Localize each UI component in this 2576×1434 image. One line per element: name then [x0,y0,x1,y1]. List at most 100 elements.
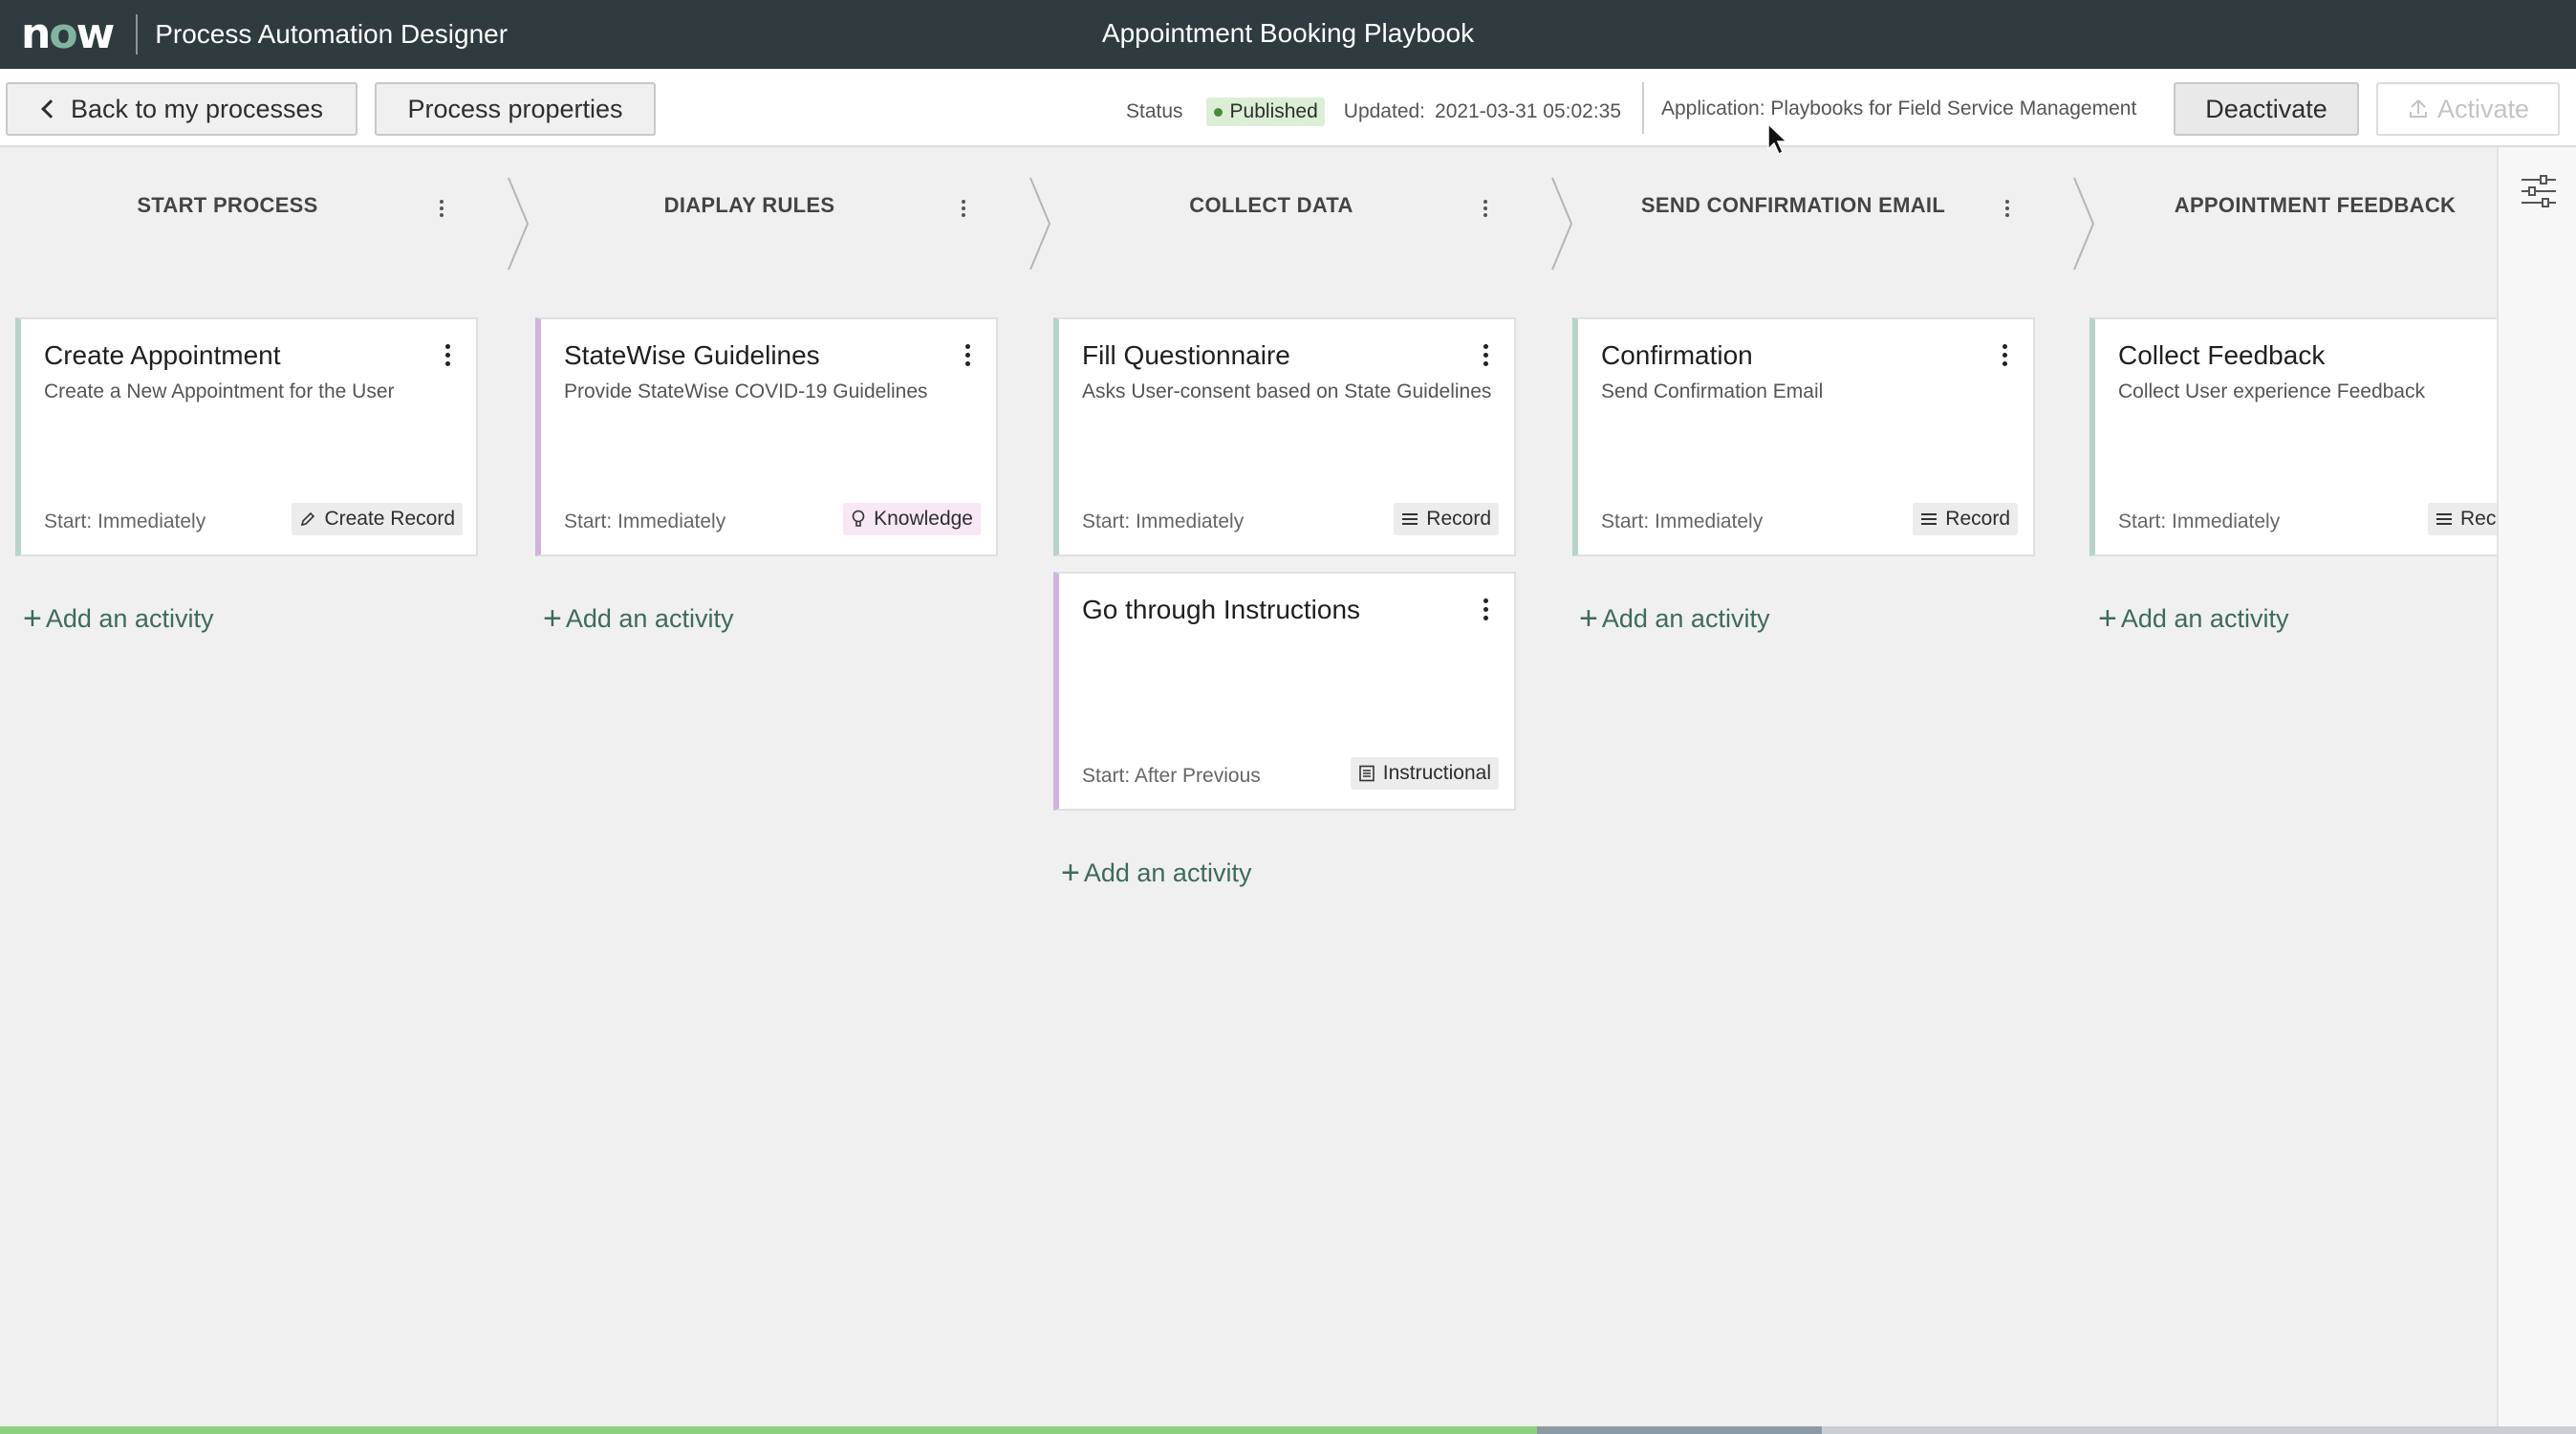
activity-card-collect-feedback[interactable]: Collect Feedback Collect User experience… [2089,317,2497,556]
process-properties-label: Process properties [407,94,623,123]
card-menu-icon[interactable] [444,344,451,369]
card-tag-label: Record [1945,508,2010,530]
lane-header-start-process: START PROCESS [137,193,318,217]
lane-menu-icon[interactable] [2002,197,2013,224]
plus-icon: + [2098,600,2117,637]
activity-card-fill-questionnaire[interactable]: Fill Questionnaire Asks User-consent bas… [1053,317,1516,556]
list-icon [2436,513,2452,525]
updated-value: 2021-03-31 05:02:35 [1435,100,1622,122]
pencil-icon [301,511,315,527]
toolbar-divider [1642,82,1644,134]
list-icon [1402,513,1418,525]
card-description: Provide StateWise COVID-19 Guidelines [564,380,928,402]
status-label: Status [1126,100,1183,122]
add-activity-button[interactable]: + Add an activity [1579,602,1769,635]
status-badge: Published [1205,98,1325,126]
card-menu-icon[interactable] [963,344,971,369]
card-menu-icon[interactable] [2001,344,2008,369]
card-type-tag: Instructional [1350,757,1499,790]
card-menu-icon[interactable] [1482,344,1489,369]
status-area: Status Published Updated: 2021-03-31 05:… [1126,98,1621,126]
application-value: Playbooks for Field Service Management [1770,98,2137,120]
lane-chevron-icon [2073,177,2095,271]
card-title: Create Appointment [44,340,281,370]
deactivate-label: Deactivate [2205,94,2327,123]
activity-card-confirmation[interactable]: Confirmation Send Confirmation Email Sta… [1572,317,2035,556]
lane-header-appointment-feedback: APPOINTMENT FEEDBACK [2174,193,2457,217]
status-dot-icon [1213,107,1223,117]
card-description: Asks User-consent based on State Guideli… [1082,380,1492,402]
lane-menu-icon[interactable] [958,197,969,224]
progress-segment [1537,1426,1822,1434]
plus-icon: + [1061,855,1080,891]
add-activity-label: Add an activity [1601,603,1770,633]
list-icon [1921,513,1937,525]
card-description: Collect User experience Feedback [2118,380,2425,402]
right-side-panel [2497,147,2576,1428]
activity-card-go-through-instructions[interactable]: Go through Instructions Start: After Pre… [1053,572,1516,811]
lane-5-clip: Collect Feedback Collect User experience… [2089,317,2497,566]
process-board: START PROCESS DIAPLAY RULES COLLECT DATA… [0,147,2497,1428]
lightbulb-icon [852,510,865,527]
activity-card-statewise-guidelines[interactable]: StateWise Guidelines Provide StateWise C… [535,317,998,556]
deactivate-button[interactable]: Deactivate [2174,82,2359,136]
add-activity-button[interactable]: + Add an activity [23,602,213,635]
card-start-condition: Start: Immediately [1601,511,1764,532]
card-title: Go through Instructions [1082,595,1361,624]
lane-header-send-confirmation-email: SEND CONFIRMATION EMAIL [1640,193,1946,217]
card-tag-label: Instructional [1382,762,1491,784]
servicenow-logo[interactable]: now [21,13,115,55]
lane-header-display-rules: DIAPLAY RULES [663,193,835,217]
card-description: Send Confirmation Email [1601,380,1824,402]
card-type-tag: Rec [2428,503,2497,535]
document-icon [1358,765,1375,782]
card-tag-label: Record [1426,508,1491,530]
card-title: StateWise Guidelines [564,340,820,370]
activity-card-create-appointment[interactable]: Create Appointment Create a New Appointm… [15,317,478,556]
lane-chevron-icon [1551,177,1573,271]
plus-icon: + [1579,600,1598,637]
card-tag-label: Knowledge [874,508,973,530]
card-description: Create a New Appointment for the User [44,380,395,402]
card-start-condition: Start: Immediately [564,511,726,532]
plus-icon: + [23,600,42,637]
card-start-condition: Start: Immediately [44,511,206,532]
add-activity-label: Add an activity [2120,603,2289,633]
lane-menu-icon[interactable] [436,197,447,224]
card-tag-label: Rec [2460,508,2497,530]
app-title: Process Automation Designer [155,19,509,49]
card-type-tag: Record [1913,503,2018,535]
card-menu-icon[interactable] [1482,598,1489,623]
application-label: Application: [1661,98,1765,120]
plus-icon: + [543,600,562,637]
add-activity-label: Add an activity [45,603,214,633]
bottom-progress-bar [0,1426,2576,1434]
chevron-left-icon [41,99,60,119]
card-tag-label: Create Record [324,508,455,530]
application-info: Application: Playbooks for Field Service… [1661,98,2136,120]
card-type-tag: Create Record [292,503,463,535]
back-to-processes-button[interactable]: Back to my processes [6,82,357,136]
progress-fill [0,1426,1537,1434]
logo-divider [136,14,139,54]
card-title: Fill Questionnaire [1082,340,1290,370]
add-activity-button[interactable]: + Add an activity [543,602,733,635]
card-title: Confirmation [1601,340,1753,370]
add-activity-label: Add an activity [565,603,734,633]
card-start-condition: Start: After Previous [1082,765,1261,787]
add-activity-button[interactable]: + Add an activity [1061,857,1251,889]
card-type-tag: Record [1394,503,1499,535]
lane-chevron-icon [508,177,530,271]
card-type-tag: Knowledge [843,503,981,535]
lane-menu-icon[interactable] [1480,197,1491,224]
status-value: Published [1229,100,1318,122]
settings-sliders-icon[interactable] [2520,174,2558,208]
lane-chevron-icon [1029,177,1051,271]
activate-button[interactable]: Activate [2376,82,2560,136]
process-properties-button[interactable]: Process properties [375,82,656,136]
process-toolbar: Back to my processes Process properties … [0,69,2576,147]
card-start-condition: Start: Immediately [2118,511,2281,532]
add-activity-button[interactable]: + Add an activity [2098,602,2288,635]
activate-label: Activate [2436,94,2530,123]
upload-icon [2409,99,2427,118]
